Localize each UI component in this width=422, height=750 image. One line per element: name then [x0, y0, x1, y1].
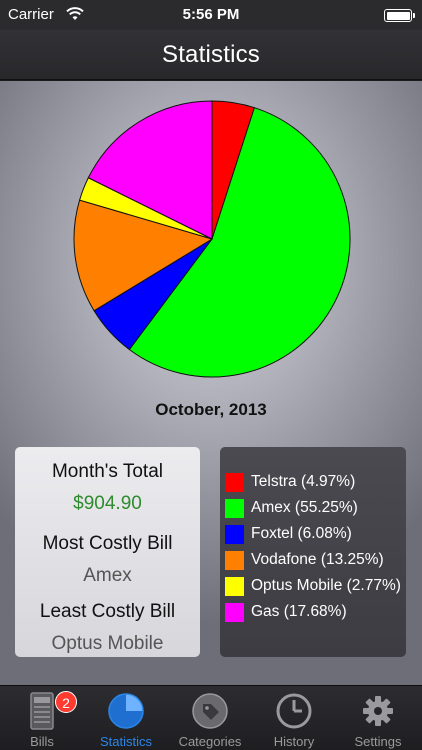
- pie-chart: [73, 100, 351, 378]
- legend-label: Gas (17.68%): [251, 603, 347, 620]
- legend-swatch: [225, 551, 244, 570]
- tab-categories[interactable]: Categories: [168, 686, 252, 750]
- legend-label: Vodafone (13.25%): [251, 551, 384, 568]
- legend-item-gas: Gas (17.68%): [225, 601, 403, 623]
- month-total-label: Month's Total: [51, 461, 163, 482]
- page-title: Statistics: [161, 41, 261, 68]
- status-bar: Carrier 5:56 PM: [0, 0, 422, 30]
- tab-statistics[interactable]: Statistics: [84, 686, 168, 750]
- tab-history[interactable]: History: [252, 686, 336, 750]
- legend-item-amex: Amex (55.25%): [225, 497, 403, 519]
- legend-label: Foxtel (6.08%): [251, 525, 352, 542]
- legend-item-vodafone: Vodafone (13.25%): [225, 549, 403, 571]
- most-costly-label: Most Costly Bill: [42, 533, 173, 554]
- pie-chart-icon: [108, 693, 144, 729]
- battery-icon: [384, 9, 415, 22]
- legend-swatch: [225, 603, 244, 622]
- tab-bar: 2 Bills Statistics Categories History Se…: [0, 685, 422, 750]
- legend-swatch: [225, 473, 244, 492]
- legend-swatch: [225, 577, 244, 596]
- legend-swatch: [225, 499, 244, 518]
- legend-item-telstra: Telstra (4.97%): [225, 471, 403, 493]
- tab-label: Categories: [178, 734, 242, 749]
- navigation-bar: Statistics: [0, 30, 422, 80]
- statistics-content: October, 2013 Month's Total $904.90 Most…: [0, 81, 422, 685]
- gear-icon: [363, 696, 393, 726]
- tab-bills[interactable]: 2 Bills: [0, 686, 84, 750]
- summary-card: Month's Total $904.90 Most Costly Bill A…: [15, 447, 200, 657]
- tab-label: Settings: [354, 734, 402, 749]
- legend-item-foxtel: Foxtel (6.08%): [225, 523, 403, 545]
- tab-label: Bills: [30, 734, 54, 749]
- most-costly-value: Amex: [83, 565, 132, 586]
- legend-label: Optus Mobile (2.77%): [251, 577, 401, 594]
- legend-item-optus-mobile: Optus Mobile (2.77%): [225, 575, 403, 597]
- tab-label: History: [273, 734, 315, 749]
- tag-icon: [192, 693, 228, 729]
- least-costly-label: Least Costly Bill: [39, 601, 176, 622]
- tab-label: Statistics: [99, 734, 152, 749]
- chart-month-label: October, 2013: [155, 400, 267, 419]
- legend-label: Telstra (4.97%): [251, 473, 356, 490]
- legend-swatch: [225, 525, 244, 544]
- tab-settings[interactable]: Settings: [336, 686, 420, 750]
- bills-badge: 2: [55, 691, 77, 713]
- month-total-value: $904.90: [73, 493, 142, 514]
- least-costly-value: Optus Mobile: [51, 633, 164, 654]
- legend-label: Amex (55.25%): [251, 499, 358, 516]
- clock-time: 5:56 PM: [182, 6, 240, 23]
- clock-icon: [276, 693, 312, 729]
- chart-legend: Telstra (4.97%) Amex (55.25%) Foxtel (6.…: [220, 447, 406, 657]
